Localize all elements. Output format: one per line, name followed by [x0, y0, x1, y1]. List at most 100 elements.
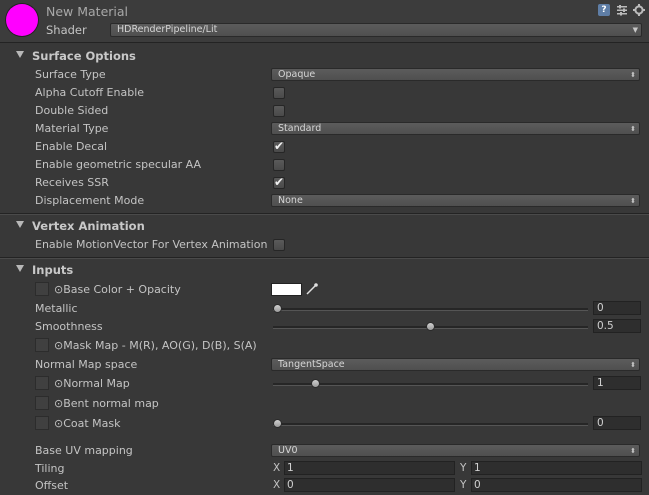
header-divider [0, 42, 649, 43]
normal-map-space-value: TangentSpace [278, 359, 345, 370]
section-title: Vertex Animation [32, 219, 145, 233]
normal-map-slider-track[interactable] [273, 383, 588, 386]
tiling-label: Tiling [35, 462, 65, 475]
texture-slot[interactable] [35, 396, 49, 410]
alpha-cutoff-label: Alpha Cutoff Enable [35, 86, 145, 99]
enable-decal-row: Enable Decal ✔ [0, 138, 649, 156]
color-swatch[interactable] [271, 283, 302, 296]
motion-vector-row: Enable MotionVector For Vertex Animation [0, 236, 649, 254]
section-title: Surface Options [32, 49, 136, 63]
chevron-updown-icon: ⬍ [630, 361, 636, 369]
double-sided-row: Double Sided [0, 102, 649, 120]
enable-decal-checkbox[interactable]: ✔ [273, 139, 285, 153]
base-uv-value: UV0 [278, 445, 298, 456]
normal-map-label: ⊙Normal Map [54, 377, 130, 390]
motion-vector-checkbox[interactable] [273, 239, 285, 251]
displacement-label: Displacement Mode [35, 194, 145, 207]
chevron-updown-icon: ⬍ [630, 71, 636, 79]
coat-mask-slider-thumb[interactable] [273, 419, 282, 428]
section-divider-highlight [0, 258, 649, 259]
double-sided-checkbox[interactable] [273, 105, 285, 117]
checkmark-icon: ✔ [274, 175, 285, 189]
alpha-cutoff-checkbox[interactable] [273, 87, 285, 99]
coat-mask-value-field[interactable]: 0 [593, 416, 641, 430]
foldout-arrow-icon [16, 51, 24, 58]
metallic-slider-track[interactable] [273, 308, 588, 311]
normal-map-value-field[interactable]: 1 [593, 376, 641, 390]
bent-normal-row: ⊙Bent normal map [0, 395, 649, 413]
surface-type-dropdown[interactable]: Opaque ⬍ [271, 68, 640, 81]
motion-vector-label: Enable MotionVector For Vertex Animation [35, 238, 268, 251]
help-icon[interactable]: ? [598, 4, 610, 16]
coat-mask-slider-track[interactable] [273, 423, 588, 426]
presets-icon[interactable] [616, 4, 628, 16]
surface-type-row: Surface Type Opaque ⬍ [0, 66, 649, 84]
foldout-arrow-icon [16, 265, 24, 272]
mask-map-label: ⊙Mask Map - M(R), AO(G), D(B), S(A) [54, 339, 257, 352]
enable-decal-label: Enable Decal [35, 140, 108, 153]
tiling-x-field[interactable]: 1 [284, 461, 455, 475]
section-title: Inputs [32, 263, 74, 277]
chevron-updown-icon: ⬍ [630, 447, 636, 455]
smoothness-value-field[interactable]: 0.5 [593, 319, 641, 333]
mask-map-row: ⊙Mask Map - M(R), AO(G), D(B), S(A) [0, 337, 649, 355]
normal-map-space-label: Normal Map space [35, 358, 138, 371]
foldout-vertex-animation[interactable]: Vertex Animation [0, 217, 649, 235]
displacement-dropdown[interactable]: None ⬍ [271, 194, 640, 207]
chevron-down-icon: ▼ [632, 26, 638, 34]
chevron-updown-icon: ⬍ [630, 197, 636, 205]
surface-type-label: Surface Type [35, 68, 106, 81]
base-color-row: ⊙Base Color + Opacity [0, 281, 649, 299]
smoothness-label: Smoothness [35, 320, 103, 333]
material-type-dropdown[interactable]: Standard ⬍ [271, 122, 640, 135]
receives-ssr-row: Receives SSR ✔ [0, 174, 649, 192]
coat-mask-row: ⊙Coat Mask 0 [0, 415, 649, 433]
normal-map-slider-thumb[interactable] [311, 379, 321, 388]
foldout-arrow-icon [16, 221, 24, 228]
specular-aa-row: Enable geometric specular AA [0, 156, 649, 174]
surface-type-value: Opaque [278, 69, 316, 80]
metallic-slider-thumb[interactable] [273, 304, 282, 313]
base-uv-label: Base UV mapping [35, 444, 133, 457]
base-uv-dropdown[interactable]: UV0 ⬍ [271, 444, 640, 457]
foldout-inputs[interactable]: Inputs [0, 261, 649, 279]
chevron-updown-icon: ⬍ [630, 125, 636, 133]
shader-value: HDRenderPipeline/Lit [117, 24, 218, 35]
base-uv-row: Base UV mapping UV0 ⬍ [0, 442, 649, 460]
offset-row: Offset X 0 Y 0 [0, 477, 649, 495]
tiling-row: Tiling X 1 Y 1 [0, 460, 649, 478]
metallic-value-field[interactable]: 0 [593, 301, 641, 315]
metallic-row: Metallic 0 [0, 300, 649, 318]
gear-icon[interactable] [633, 4, 645, 16]
foldout-surface-options[interactable]: Surface Options [0, 47, 649, 65]
coat-mask-label: ⊙Coat Mask [54, 417, 121, 430]
alpha-cutoff-row: Alpha Cutoff Enable [0, 84, 649, 102]
material-name: New Material [46, 4, 129, 19]
smoothness-row: Smoothness 0.5 [0, 318, 649, 336]
normal-map-space-dropdown[interactable]: TangentSpace ⬍ [271, 358, 640, 371]
material-type-label: Material Type [35, 122, 109, 135]
offset-y-label: Y [460, 479, 467, 491]
material-preview-sphere[interactable] [6, 4, 38, 36]
tiling-y-label: Y [460, 462, 467, 474]
material-header: New Material Shader HDRenderPipeline/Lit… [0, 0, 649, 42]
texture-slot[interactable] [35, 282, 49, 296]
displacement-value: None [278, 195, 303, 206]
material-type-value: Standard [278, 123, 322, 134]
base-color-label: ⊙Base Color + Opacity [54, 283, 181, 296]
checkmark-icon: ✔ [274, 139, 285, 153]
texture-slot[interactable] [35, 416, 49, 430]
shader-dropdown[interactable]: HDRenderPipeline/Lit ▼ [110, 23, 642, 37]
eyedropper-icon[interactable] [305, 282, 319, 296]
metallic-label: Metallic [35, 302, 78, 315]
displacement-row: Displacement Mode None ⬍ [0, 192, 649, 210]
smoothness-slider-thumb[interactable] [426, 322, 435, 331]
offset-label: Offset [35, 479, 69, 492]
normal-map-space-row: Normal Map space TangentSpace ⬍ [0, 356, 649, 374]
specular-aa-checkbox[interactable] [273, 159, 285, 171]
texture-slot[interactable] [35, 376, 49, 390]
receives-ssr-checkbox[interactable]: ✔ [273, 175, 285, 189]
texture-slot[interactable] [35, 338, 49, 352]
tiling-y-field[interactable]: 1 [471, 461, 642, 475]
offset-x-label: X [273, 479, 281, 491]
